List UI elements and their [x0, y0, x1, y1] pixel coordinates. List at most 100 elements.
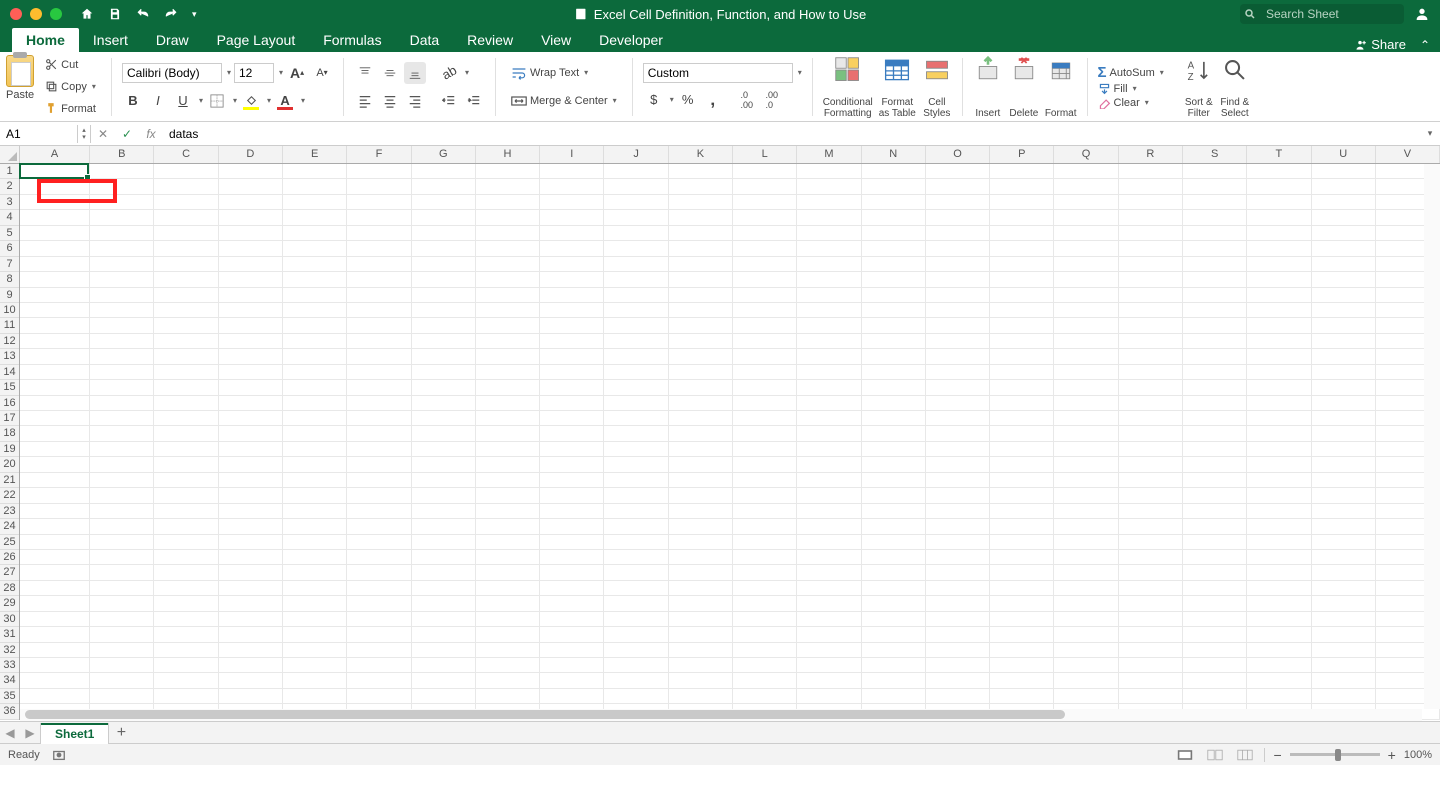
cell-L24[interactable] [733, 519, 797, 534]
cell-F6[interactable] [347, 241, 411, 256]
cell-L5[interactable] [733, 226, 797, 241]
row-header-31[interactable]: 31 [0, 627, 19, 642]
cell-O3[interactable] [926, 195, 990, 210]
cell-B2[interactable] [90, 179, 154, 194]
row-header-17[interactable]: 17 [0, 411, 19, 426]
cell-E23[interactable] [283, 504, 347, 519]
cell-K29[interactable] [669, 596, 733, 611]
cell-C14[interactable] [154, 365, 218, 380]
cell-F16[interactable] [347, 396, 411, 411]
cell-P29[interactable] [990, 596, 1054, 611]
cell-D16[interactable] [219, 396, 283, 411]
cell-S15[interactable] [1183, 380, 1247, 395]
cell-U17[interactable] [1312, 411, 1376, 426]
cell-E25[interactable] [283, 535, 347, 550]
cell-M29[interactable] [797, 596, 861, 611]
cell-O33[interactable] [926, 658, 990, 673]
cell-R30[interactable] [1119, 612, 1183, 627]
cell-D14[interactable] [219, 365, 283, 380]
cell-S18[interactable] [1183, 426, 1247, 441]
cell-A31[interactable] [20, 627, 90, 642]
cell-B33[interactable] [90, 658, 154, 673]
borders-dropdown[interactable]: ▾ [233, 96, 237, 105]
row-header-19[interactable]: 19 [0, 442, 19, 457]
cell-B18[interactable] [90, 426, 154, 441]
cell-C13[interactable] [154, 349, 218, 364]
cell-P13[interactable] [990, 349, 1054, 364]
cell-I15[interactable] [540, 380, 604, 395]
cell-G6[interactable] [412, 241, 476, 256]
conditional-formatting-button[interactable]: Conditional Formatting [823, 55, 873, 119]
cell-E21[interactable] [283, 473, 347, 488]
cell-O34[interactable] [926, 673, 990, 688]
row-header-2[interactable]: 2 [0, 179, 19, 194]
cell-C18[interactable] [154, 426, 218, 441]
cell-Q21[interactable] [1054, 473, 1118, 488]
row-header-29[interactable]: 29 [0, 596, 19, 611]
cell-Q10[interactable] [1054, 303, 1118, 318]
cell-I13[interactable] [540, 349, 604, 364]
cell-A3[interactable] [20, 195, 90, 210]
cell-U3[interactable] [1312, 195, 1376, 210]
cell-K35[interactable] [669, 689, 733, 704]
cell-P3[interactable] [990, 195, 1054, 210]
cell-T1[interactable] [1247, 164, 1311, 179]
cell-Q27[interactable] [1054, 565, 1118, 580]
cell-K6[interactable] [669, 241, 733, 256]
row-header-20[interactable]: 20 [0, 457, 19, 472]
col-header-I[interactable]: I [540, 146, 604, 163]
cell-T10[interactable] [1247, 303, 1311, 318]
cell-N29[interactable] [862, 596, 926, 611]
cell-D31[interactable] [219, 627, 283, 642]
cell-P26[interactable] [990, 550, 1054, 565]
cell-E5[interactable] [283, 226, 347, 241]
cell-J32[interactable] [604, 643, 668, 658]
cell-T34[interactable] [1247, 673, 1311, 688]
cell-F19[interactable] [347, 442, 411, 457]
cell-T22[interactable] [1247, 488, 1311, 503]
cell-J22[interactable] [604, 488, 668, 503]
cell-N12[interactable] [862, 334, 926, 349]
cell-K12[interactable] [669, 334, 733, 349]
cell-K34[interactable] [669, 673, 733, 688]
cell-Q32[interactable] [1054, 643, 1118, 658]
cell-B34[interactable] [90, 673, 154, 688]
macro-record-icon[interactable] [52, 748, 66, 762]
maximize-window-button[interactable] [50, 8, 62, 20]
cell-I14[interactable] [540, 365, 604, 380]
cell-M12[interactable] [797, 334, 861, 349]
cell-J5[interactable] [604, 226, 668, 241]
cell-H30[interactable] [476, 612, 540, 627]
normal-view-button[interactable] [1174, 747, 1196, 763]
cell-D21[interactable] [219, 473, 283, 488]
tab-home[interactable]: Home [12, 28, 79, 52]
cell-A24[interactable] [20, 519, 90, 534]
cell-N33[interactable] [862, 658, 926, 673]
cell-Q33[interactable] [1054, 658, 1118, 673]
cell-A12[interactable] [20, 334, 90, 349]
decrease-font-button[interactable]: A▾ [311, 62, 333, 84]
cell-Q25[interactable] [1054, 535, 1118, 550]
cell-D1[interactable] [219, 164, 283, 179]
cell-G12[interactable] [412, 334, 476, 349]
cell-I18[interactable] [540, 426, 604, 441]
row-header-24[interactable]: 24 [0, 519, 19, 534]
cell-A16[interactable] [20, 396, 90, 411]
cell-L19[interactable] [733, 442, 797, 457]
cell-J9[interactable] [604, 288, 668, 303]
percent-button[interactable]: % [677, 89, 699, 111]
cell-E6[interactable] [283, 241, 347, 256]
cell-F30[interactable] [347, 612, 411, 627]
cell-O24[interactable] [926, 519, 990, 534]
cell-Q16[interactable] [1054, 396, 1118, 411]
cell-E20[interactable] [283, 457, 347, 472]
cell-Q2[interactable] [1054, 179, 1118, 194]
cell-Q8[interactable] [1054, 272, 1118, 287]
cell-O10[interactable] [926, 303, 990, 318]
cell-B9[interactable] [90, 288, 154, 303]
cell-M31[interactable] [797, 627, 861, 642]
cell-P7[interactable] [990, 257, 1054, 272]
cell-G14[interactable] [412, 365, 476, 380]
cell-L17[interactable] [733, 411, 797, 426]
cell-S31[interactable] [1183, 627, 1247, 642]
